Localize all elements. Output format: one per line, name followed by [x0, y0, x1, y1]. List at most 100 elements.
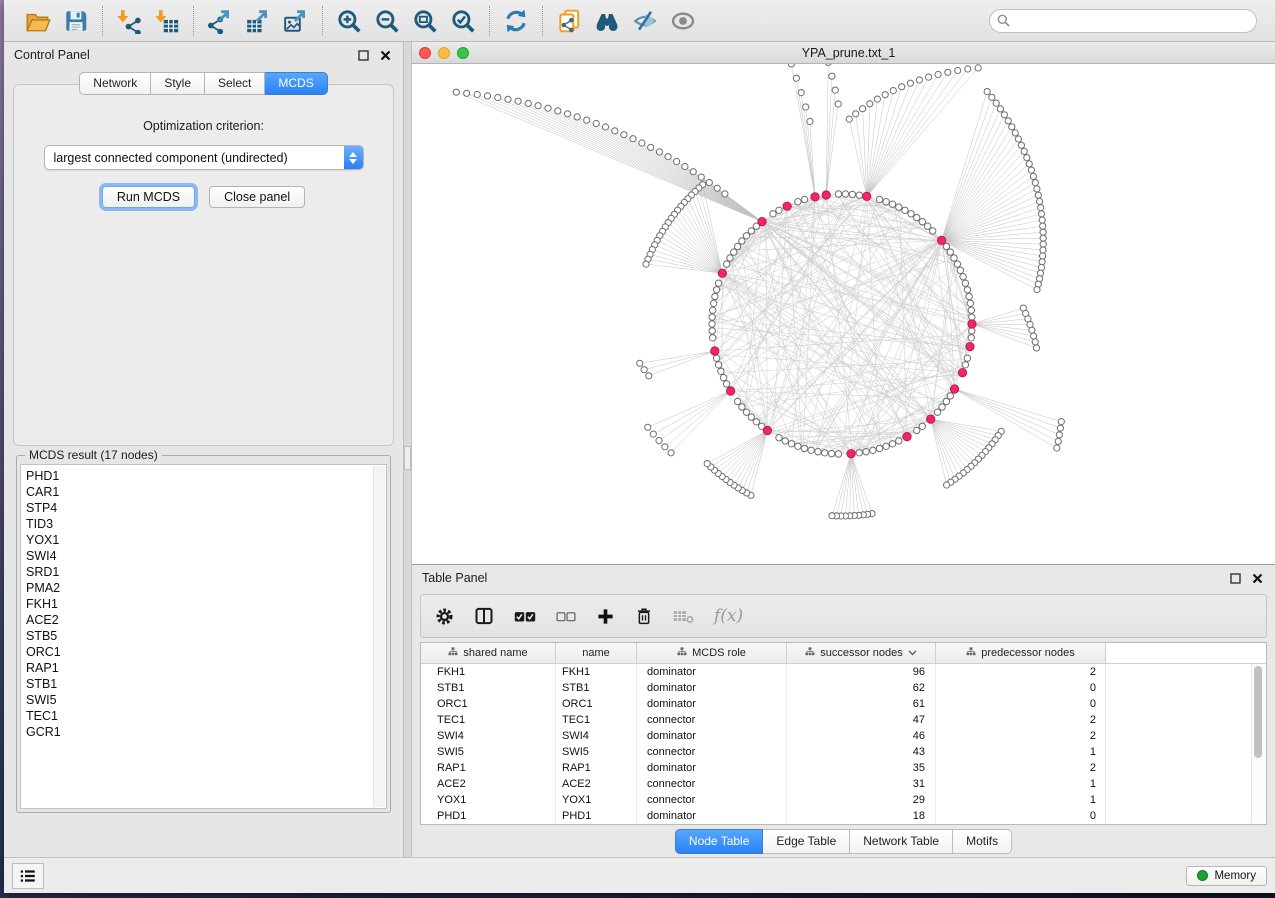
show-columns-icon[interactable]: [474, 606, 494, 626]
mcds-result-list[interactable]: PHD1CAR1STP4TID3YOX1SWI4SRD1PMA2FKH1ACE2…: [20, 464, 387, 809]
list-scrollbar[interactable]: [373, 466, 385, 807]
control-panel-title: Control Panel: [14, 48, 349, 62]
import-network-icon[interactable]: [113, 5, 145, 37]
table-row[interactable]: SWI4SWI4dominator462: [421, 728, 1266, 744]
mcds-node-item[interactable]: GCR1: [26, 724, 386, 740]
unselect-all-columns-icon[interactable]: [556, 609, 576, 623]
network-title: YPA_prune.txt_1: [477, 46, 1220, 60]
toolbar-separator: [193, 6, 194, 36]
mcds-node-item[interactable]: STB1: [26, 676, 386, 692]
mcds-node-item[interactable]: SRD1: [26, 564, 386, 580]
node-table: shared namenameMCDS rolesuccessor nodesp…: [420, 642, 1267, 825]
export-image-icon[interactable]: [280, 5, 312, 37]
tab-mcds[interactable]: MCDS: [265, 72, 327, 95]
task-history-icon[interactable]: [12, 863, 44, 889]
float-panel-icon[interactable]: [355, 47, 371, 63]
mcds-node-item[interactable]: TID3: [26, 516, 386, 532]
tab-node-table[interactable]: Node Table: [675, 829, 764, 854]
close-panel-icon[interactable]: [377, 47, 393, 63]
optimization-select[interactable]: largest connected component (undirected): [44, 145, 364, 170]
mcds-node-item[interactable]: STP4: [26, 500, 386, 516]
mcds-node-item[interactable]: STB5: [26, 628, 386, 644]
cell: RAP1: [556, 760, 637, 776]
table-scrollbar[interactable]: [1251, 664, 1265, 823]
tab-network-table[interactable]: Network Table: [850, 829, 953, 854]
toolbar-separator: [542, 6, 543, 36]
cell: 35: [787, 760, 936, 776]
import-table-icon[interactable]: [151, 5, 183, 37]
tab-edge-table[interactable]: Edge Table: [763, 829, 850, 854]
network-graph[interactable]: [412, 64, 1273, 564]
zoom-out-icon[interactable]: [371, 5, 403, 37]
column-header-MCDS-role[interactable]: MCDS role: [637, 643, 787, 663]
table-settings-icon[interactable]: [435, 607, 454, 626]
run-mcds-button[interactable]: Run MCDS: [102, 186, 195, 208]
search-input[interactable]: [989, 9, 1257, 33]
float-table-panel-icon[interactable]: [1227, 570, 1243, 586]
export-network-icon[interactable]: [204, 5, 236, 37]
tab-select[interactable]: Select: [205, 72, 265, 95]
open-session-icon[interactable]: [22, 5, 54, 37]
mcds-node-item[interactable]: SWI5: [26, 692, 386, 708]
close-window-icon[interactable]: [419, 47, 431, 59]
table-row[interactable]: SWI5SWI5connector431: [421, 744, 1266, 760]
cell: STB1: [556, 680, 637, 696]
mcds-node-item[interactable]: PHD1: [26, 468, 386, 484]
table-row[interactable]: FKH1FKH1dominator962: [421, 664, 1266, 680]
zoom-selected-icon[interactable]: [447, 5, 479, 37]
network-canvas[interactable]: [412, 64, 1275, 564]
mcds-node-item[interactable]: CAR1: [26, 484, 386, 500]
cell: 2: [936, 728, 1106, 744]
mcds-node-item[interactable]: RAP1: [26, 660, 386, 676]
table-row[interactable]: YOX1YOX1connector291: [421, 792, 1266, 808]
cell: 31: [787, 776, 936, 792]
column-header-shared-name[interactable]: shared name: [421, 643, 556, 663]
mcds-node-item[interactable]: FKH1: [26, 596, 386, 612]
tab-style[interactable]: Style: [151, 72, 205, 95]
minimize-window-icon[interactable]: [438, 47, 450, 59]
cell: connector: [637, 776, 787, 792]
table-row[interactable]: PHD1PHD1dominator180: [421, 808, 1266, 824]
cell: SWI4: [421, 728, 556, 744]
hide-selected-icon[interactable]: [629, 5, 661, 37]
memory-button[interactable]: Memory: [1186, 866, 1267, 886]
cell: 0: [936, 680, 1106, 696]
clone-network-icon[interactable]: [553, 5, 585, 37]
mcds-node-item[interactable]: ACE2: [26, 612, 386, 628]
tab-network[interactable]: Network: [79, 72, 151, 95]
table-toolbar: f(x): [420, 594, 1267, 638]
mcds-node-item[interactable]: SWI4: [26, 548, 386, 564]
close-panel-button[interactable]: Close panel: [209, 186, 305, 208]
table-row[interactable]: ACE2ACE2connector311: [421, 776, 1266, 792]
mcds-node-item[interactable]: TEC1: [26, 708, 386, 724]
table-row[interactable]: STB1STB1dominator620: [421, 680, 1266, 696]
layout-refresh-icon[interactable]: [500, 5, 532, 37]
export-table-icon[interactable]: [242, 5, 274, 37]
zoom-in-icon[interactable]: [333, 5, 365, 37]
panel-splitter[interactable]: [403, 42, 412, 857]
cell: ACE2: [556, 776, 637, 792]
mcds-node-item[interactable]: PMA2: [26, 580, 386, 596]
splitter-grip[interactable]: [404, 446, 411, 470]
column-header-predecessor-nodes[interactable]: predecessor nodes: [936, 643, 1106, 663]
zoom-window-icon[interactable]: [457, 47, 469, 59]
column-header-successor-nodes[interactable]: successor nodes: [787, 643, 936, 663]
zoom-fit-icon[interactable]: [409, 5, 441, 37]
tab-motifs[interactable]: Motifs: [953, 829, 1012, 854]
table-row[interactable]: TEC1TEC1connector472: [421, 712, 1266, 728]
scrollbar-thumb[interactable]: [1254, 666, 1262, 758]
save-session-icon[interactable]: [60, 5, 92, 37]
cell: dominator: [637, 680, 787, 696]
column-header-name[interactable]: name: [556, 643, 637, 663]
delete-column-icon[interactable]: [635, 606, 653, 626]
find-icon[interactable]: [591, 5, 623, 37]
mcds-node-item[interactable]: YOX1: [26, 532, 386, 548]
add-column-icon[interactable]: [596, 607, 615, 626]
cell: dominator: [637, 696, 787, 712]
mcds-node-item[interactable]: ORC1: [26, 644, 386, 660]
show-all-icon[interactable]: [667, 5, 699, 37]
select-all-columns-icon[interactable]: [514, 608, 536, 624]
table-row[interactable]: ORC1ORC1dominator610: [421, 696, 1266, 712]
close-table-panel-icon[interactable]: [1249, 570, 1265, 586]
table-row[interactable]: RAP1RAP1dominator352: [421, 760, 1266, 776]
